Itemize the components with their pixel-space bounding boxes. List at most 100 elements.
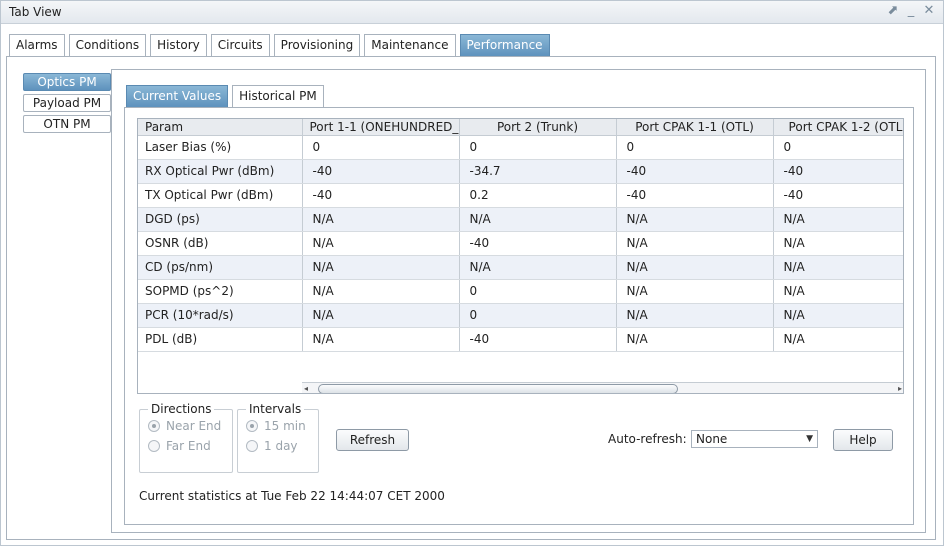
intervals-group: Intervals 15 min 1 day	[237, 402, 319, 473]
radio-icon	[246, 440, 258, 452]
value-cell: 0	[459, 279, 617, 304]
value-cell: -40	[773, 159, 903, 184]
radio-label: 15 min	[264, 419, 306, 433]
side-tab-list: Optics PM Payload PM OTN PM	[23, 73, 111, 136]
radio-1-day[interactable]: 1 day	[246, 436, 318, 456]
window-controls: ⬈ _ ✕	[887, 3, 935, 18]
scroll-left-icon[interactable]: ◂	[304, 383, 308, 393]
radio-15-min[interactable]: 15 min	[246, 416, 318, 436]
radio-label: Near End	[166, 419, 222, 433]
current-values-panel: Param Port 1-1 (ONEHUNDRED_... Port 2 (T…	[124, 107, 914, 525]
radio-icon	[148, 420, 160, 432]
directions-legend: Directions	[151, 402, 212, 416]
param-cell: PDL (dB)	[138, 327, 303, 352]
value-cell: -40	[773, 183, 903, 208]
param-cell: Laser Bias (%)	[138, 135, 303, 160]
value-cell: N/A	[459, 207, 617, 232]
tab-view-window: Tab View ⬈ _ ✕ Alarms Conditions History…	[0, 0, 944, 546]
param-cell: CD (ps/nm)	[138, 255, 303, 280]
pm-table-container: Param Port 1-1 (ONEHUNDRED_... Port 2 (T…	[137, 118, 904, 394]
tab-current-values[interactable]: Current Values	[126, 85, 229, 107]
table-row[interactable]: CD (ps/nm) N/A N/A N/A N/A	[138, 255, 903, 280]
value-cell: N/A	[302, 207, 460, 232]
directions-group: Directions Near End Far End	[139, 402, 233, 473]
radio-near-end[interactable]: Near End	[148, 416, 232, 436]
intervals-legend: Intervals	[249, 402, 302, 416]
value-cell: -40	[302, 159, 460, 184]
param-cell: PCR (10*rad/s)	[138, 303, 303, 328]
tab-maintenance[interactable]: Maintenance	[364, 34, 456, 56]
value-cell: N/A	[302, 327, 460, 352]
performance-content: Optics PM Payload PM OTN PM Current Valu…	[6, 56, 936, 540]
table-row[interactable]: PCR (10*rad/s) N/A 0 N/A N/A	[138, 303, 903, 328]
radio-icon	[246, 420, 258, 432]
value-cell: N/A	[773, 207, 903, 232]
help-button[interactable]: Help	[833, 429, 893, 451]
tab-circuits[interactable]: Circuits	[210, 34, 270, 56]
column-header[interactable]: Port CPAK 1-2 (OTL	[773, 119, 903, 136]
column-header[interactable]: Param	[138, 119, 303, 136]
value-cell: 0	[773, 135, 903, 160]
scrollbar-thumb[interactable]	[318, 384, 678, 393]
table-row[interactable]: TX Optical Pwr (dBm) -40 0.2 -40 -40	[138, 183, 903, 208]
tab-conditions[interactable]: Conditions	[68, 34, 147, 56]
horizontal-scrollbar[interactable]: ◂ ▸	[302, 382, 903, 393]
column-header[interactable]: Port 2 (Trunk)	[459, 119, 617, 136]
value-cell: N/A	[302, 303, 460, 328]
param-cell: OSNR (dB)	[138, 231, 303, 256]
window-title: Tab View	[9, 5, 62, 19]
value-cell: N/A	[459, 255, 617, 280]
radio-far-end[interactable]: Far End	[148, 436, 232, 456]
tab-performance[interactable]: Performance	[459, 34, 550, 56]
value-cell: -34.7	[459, 159, 617, 184]
value-cell: N/A	[616, 327, 774, 352]
optics-pm-panel: Current Values Historical PM Param Port …	[111, 69, 926, 533]
value-cell: N/A	[616, 231, 774, 256]
value-cell: N/A	[616, 207, 774, 232]
tab-provisioning[interactable]: Provisioning	[273, 34, 361, 56]
side-tab-otn-pm[interactable]: OTN PM	[23, 115, 111, 133]
dropdown-arrow-icon: ▼	[806, 434, 813, 444]
param-cell: DGD (ps)	[138, 207, 303, 232]
value-cell: N/A	[616, 303, 774, 328]
value-cell: N/A	[302, 279, 460, 304]
value-cell: N/A	[773, 327, 903, 352]
value-cell: 0	[459, 135, 617, 160]
value-cell: 0	[616, 135, 774, 160]
radio-label: Far End	[166, 439, 211, 453]
pm-table: Param Port 1-1 (ONEHUNDRED_... Port 2 (T…	[138, 119, 903, 352]
table-row[interactable]: DGD (ps) N/A N/A N/A N/A	[138, 207, 903, 232]
value-cell: -40	[459, 231, 617, 256]
value-cell: N/A	[773, 279, 903, 304]
param-cell: RX Optical Pwr (dBm)	[138, 159, 303, 184]
column-header[interactable]: Port CPAK 1-1 (OTL)	[616, 119, 774, 136]
table-row[interactable]: OSNR (dB) N/A -40 N/A N/A	[138, 231, 903, 256]
auto-refresh-value: None	[696, 432, 728, 446]
tab-history[interactable]: History	[150, 34, 207, 56]
table-row[interactable]: SOPMD (ps^2) N/A 0 N/A N/A	[138, 279, 903, 304]
refresh-button[interactable]: Refresh	[336, 429, 409, 451]
param-cell: SOPMD (ps^2)	[138, 279, 303, 304]
side-tab-payload-pm[interactable]: Payload PM	[23, 94, 111, 112]
radio-icon	[148, 440, 160, 452]
pm-tab-bar: Current Values Historical PM	[126, 85, 328, 107]
column-header[interactable]: Port 1-1 (ONEHUNDRED_...	[302, 119, 460, 136]
value-cell: -40	[616, 183, 774, 208]
status-text: Current statistics at Tue Feb 22 14:44:0…	[139, 489, 445, 503]
minimize-icon[interactable]: _	[905, 3, 917, 18]
table-row[interactable]: RX Optical Pwr (dBm) -40 -34.7 -40 -40	[138, 159, 903, 184]
tab-alarms[interactable]: Alarms	[9, 34, 65, 56]
table-row[interactable]: Laser Bias (%) 0 0 0 0	[138, 135, 903, 160]
undock-icon[interactable]: ⬈	[887, 3, 899, 18]
value-cell: -40	[616, 159, 774, 184]
side-tab-optics-pm[interactable]: Optics PM	[23, 73, 111, 91]
value-cell: 0.2	[459, 183, 617, 208]
value-cell: N/A	[616, 255, 774, 280]
scroll-right-icon[interactable]: ▸	[898, 383, 902, 393]
main-tab-bar: Alarms Conditions History Circuits Provi…	[9, 34, 554, 56]
value-cell: 0	[459, 303, 617, 328]
tab-historical-pm[interactable]: Historical PM	[232, 85, 324, 107]
table-row[interactable]: PDL (dB) N/A -40 N/A N/A	[138, 327, 903, 352]
close-icon[interactable]: ✕	[923, 3, 935, 18]
auto-refresh-select[interactable]: None ▼	[691, 430, 818, 448]
